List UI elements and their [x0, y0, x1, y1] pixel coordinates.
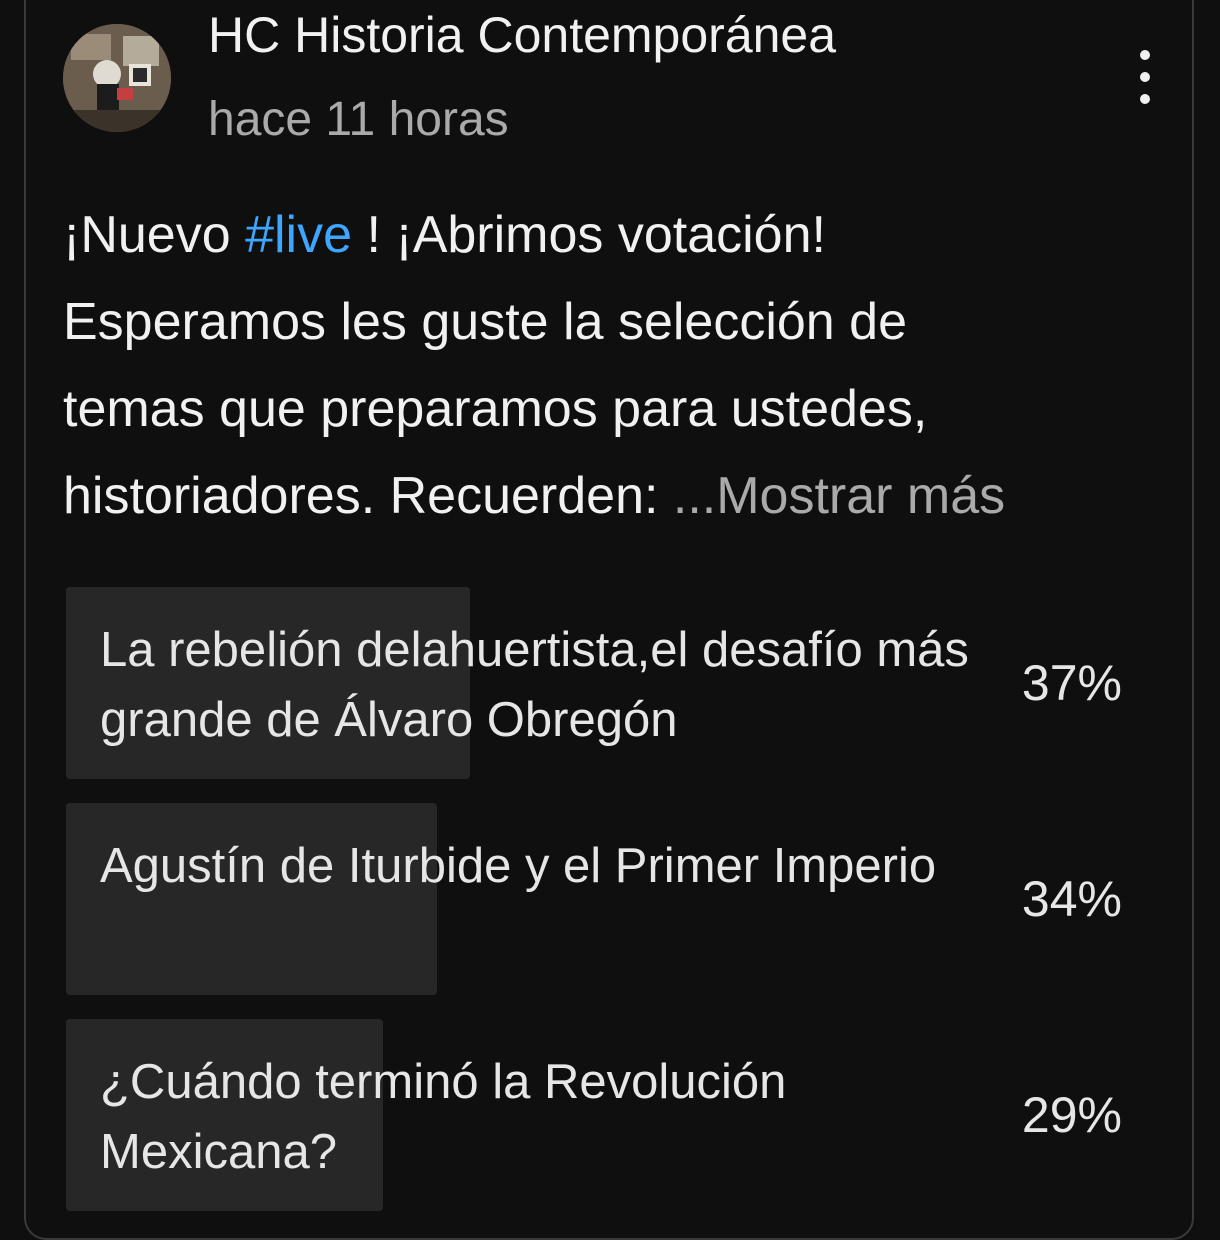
show-more-link[interactable]: ...Mostrar más [673, 467, 1005, 525]
poll-option-label: ¿Cuándo terminó la Revolución Mexicana? [100, 1055, 787, 1179]
poll-option-label: La rebelión delahuertista,el desafío más… [100, 623, 969, 747]
poll-option-percent: 29% [1021, 1087, 1122, 1143]
post-text: ¡Nuevo #live ! ¡Abrimos votación! Espera… [63, 192, 1163, 540]
post-text-line-1: ¡Nuevo #live ! ¡Abrimos votación! [63, 206, 826, 264]
avatar-image-icon [63, 24, 171, 132]
post-text-line-4: historiadores. Recuerden: ...Mostrar más [63, 467, 1006, 525]
post-text-line-3: temas que preparamos para ustedes, [63, 380, 928, 438]
poll-option-2[interactable]: Agustín de Iturbide y el Primer Imperio … [66, 803, 1136, 995]
post-timestamp: hace 11 horas [208, 93, 509, 146]
poll-option-percent: 34% [1021, 871, 1122, 927]
poll-option-1[interactable]: La rebelión delahuertista,el desafío más… [66, 587, 1136, 779]
more-options-button[interactable] [1126, 50, 1166, 106]
more-vertical-icon [1140, 50, 1150, 60]
hashtag-link[interactable]: #live [245, 206, 352, 264]
post-text-line-2: Esperamos les guste la selección de [63, 293, 908, 351]
channel-avatar[interactable] [63, 24, 171, 132]
channel-name[interactable]: HC Historia Contemporánea [208, 6, 836, 64]
poll-option-3[interactable]: ¿Cuándo terminó la Revolución Mexicana? … [66, 1019, 1136, 1211]
poll-option-label: Agustín de Iturbide y el Primer Imperio [100, 839, 937, 893]
poll-option-percent: 37% [1021, 655, 1122, 711]
